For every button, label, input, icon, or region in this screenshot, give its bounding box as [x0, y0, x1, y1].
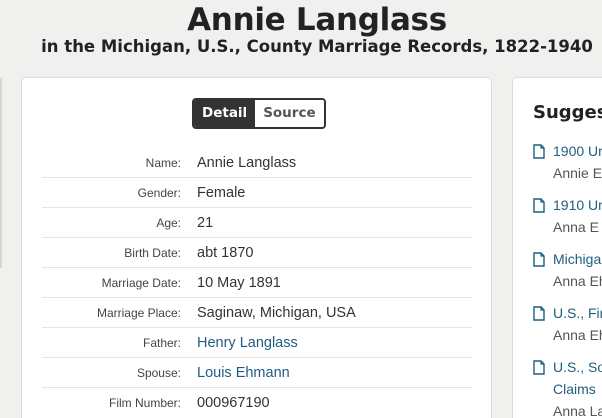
- document-icon: [533, 198, 545, 213]
- field-value: Annie Langlass: [197, 154, 297, 171]
- field-value: Female: [197, 184, 246, 201]
- field-row-gender: Gender: Female: [42, 178, 472, 208]
- record-fields: Name: Annie Langlass Gender: Female Age:…: [42, 148, 472, 418]
- suggestion-link[interactable]: 1900 Ur: [553, 142, 602, 161]
- field-label: Birth Date:: [124, 245, 181, 260]
- page-title: Annie Langlass: [187, 2, 447, 38]
- document-icon: [533, 144, 545, 159]
- field-row-marriage-date: Marriage Date: 10 May 1891: [42, 268, 472, 298]
- suggestion-link[interactable]: 1910 Ur: [553, 196, 602, 215]
- field-label: Film Number:: [108, 396, 181, 410]
- field-row-film-number: Film Number: 000967190: [42, 388, 472, 418]
- field-row-father: Father: Henry Langlass: [42, 328, 472, 358]
- suggested-records-panel: Suggest 1900 Ur Annie E 1910 Ur Anna E M…: [512, 77, 602, 418]
- suggestion-link[interactable]: Michiga: [553, 250, 601, 269]
- field-label: Marriage Date:: [101, 275, 181, 290]
- record-detail-card: Detail Source Name: Annie Langlass Gende…: [21, 77, 492, 418]
- field-label: Name:: [145, 155, 181, 170]
- tab-detail[interactable]: Detail: [194, 100, 256, 127]
- suggestion-name: Annie E: [553, 165, 602, 181]
- field-label: Age:: [156, 215, 181, 230]
- record-page: Annie Langlass in the Michigan, U.S., Co…: [0, 0, 602, 418]
- father-link[interactable]: Henry Langlass: [197, 335, 298, 351]
- field-label: Spouse:: [136, 365, 181, 380]
- field-row-spouse: Spouse: Louis Ehmann: [42, 358, 472, 388]
- field-value: 10 May 1891: [197, 274, 281, 291]
- field-row-birth-date: Birth Date: abt 1870: [42, 238, 472, 268]
- field-value: 21: [197, 214, 214, 231]
- suggestion-link-line2[interactable]: Claims: [553, 380, 596, 399]
- document-icon: [533, 252, 545, 267]
- spouse-link[interactable]: Louis Ehmann: [197, 365, 290, 381]
- field-label: Gender:: [137, 185, 181, 200]
- field-row-name: Name: Annie Langlass: [42, 148, 472, 178]
- field-label: Marriage Place:: [96, 305, 181, 320]
- suggested-title: Suggest: [533, 102, 602, 123]
- field-label: Father:: [142, 335, 181, 350]
- field-row-marriage-place: Marriage Place: Saginaw, Michigan, USA: [42, 298, 472, 328]
- suggestion-name: Anna Eh: [553, 273, 602, 289]
- suggestion-name: Anna E: [553, 219, 599, 235]
- document-icon: [533, 306, 545, 321]
- document-icon: [533, 360, 545, 375]
- left-panel-edge: [0, 78, 2, 268]
- field-value: abt 1870: [197, 244, 254, 261]
- suggestion-name: Anna La: [553, 403, 602, 418]
- field-value: Saginaw, Michigan, USA: [197, 304, 356, 321]
- field-value: 000967190: [197, 395, 270, 411]
- detail-source-toggle: Detail Source: [192, 98, 326, 129]
- tab-source[interactable]: Source: [255, 100, 324, 127]
- field-row-age: Age: 21: [42, 208, 472, 238]
- suggestion-link[interactable]: U.S., Fir: [553, 304, 602, 323]
- suggestion-name: Anna Eh: [553, 327, 602, 343]
- page-subtitle: in the Michigan, U.S., County Marriage R…: [41, 37, 593, 56]
- suggestion-link[interactable]: U.S., So: [553, 358, 602, 377]
